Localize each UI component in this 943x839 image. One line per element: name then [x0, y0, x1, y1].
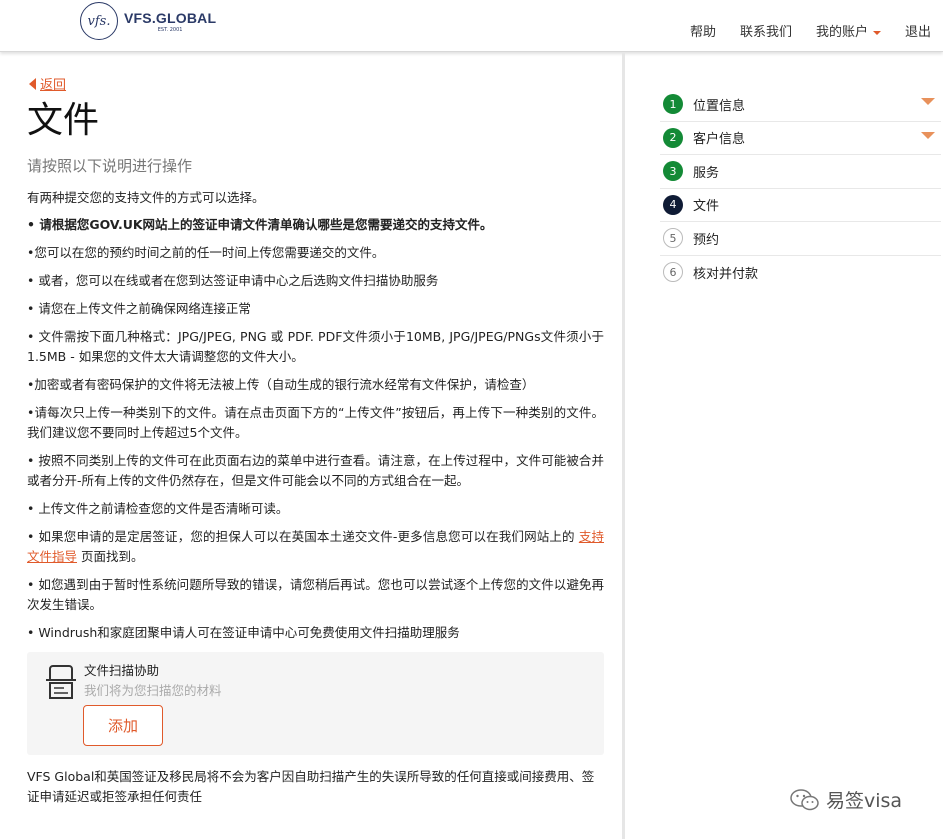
step-location[interactable]: 1 位置信息 [660, 88, 941, 122]
scanner-icon [46, 665, 76, 699]
instruction-item: • 或者，您可以在线或者在您到达签证申请中心之后选购文件扫描协助服务 [27, 273, 439, 288]
scan-service-card: 文件扫描协助 我们将为您扫描您的材料 添加 [27, 652, 604, 755]
nav-help[interactable]: 帮助 [690, 21, 716, 40]
instruction-item: •请每次只上传一种类别下的文件。请在点击页面下方的“上传文件”按钮后，再上传下一… [27, 405, 604, 440]
wechat-icon [790, 788, 819, 810]
back-link[interactable]: 返回 [27, 74, 604, 93]
scan-service-subtitle: 我们将为您扫描您的材料 [84, 683, 222, 698]
watermark-text: 易签visa [826, 790, 903, 812]
step-appointment: 5 预约 [660, 222, 941, 256]
disclaimer-text: VFS Global和英国签证及移民局将不会为客户因自助扫描产生的失误所导致的任… [27, 769, 595, 804]
step-label: 文件 [693, 199, 720, 215]
top-nav: 帮助 联系我们 我的账户 退出 [666, 21, 931, 40]
step-label: 客户信息 [693, 132, 746, 148]
step-label: 服务 [693, 165, 720, 181]
step-customer[interactable]: 2 客户信息 [660, 122, 941, 155]
step-number: 2 [663, 127, 683, 148]
page-title: 文件 [27, 100, 100, 141]
vfs-logo-mark: vfs. [80, 2, 118, 40]
step-label: 预约 [693, 232, 720, 248]
vfs-logo-name: VFS.GLOBAL [124, 9, 217, 26]
site-header: vfs. VFS.GLOBAL EST. 2001 帮助 联系我们 我的账户 退… [0, 0, 943, 52]
scan-service-title: 文件扫描协助 [84, 663, 160, 678]
instruction-item: •加密或者有密码保护的文件将无法被上传（自动生成的银行流水经常有文件保护，请检查… [27, 377, 535, 392]
nav-contact[interactable]: 联系我们 [740, 21, 792, 40]
main-content: 返回 文件 请按照以下说明进行操作 有两种提交您的支持文件的方式可以选择。 • … [27, 74, 604, 807]
add-scan-service-button[interactable]: 添加 [83, 705, 163, 746]
chevron-down-icon[interactable] [921, 131, 935, 139]
vfs-logo[interactable]: vfs. VFS.GLOBAL EST. 2001 [80, 2, 216, 40]
instruction-item: •您可以在您的预约时间之前的任一时间上传您需要递交的文件。 [27, 245, 385, 260]
back-arrow-icon [29, 77, 36, 90]
instruction-item: • 文件需按下面几种格式：JPG/JPEG, PNG 或 PDF. PDF文件须… [27, 329, 604, 364]
step-number: 5 [663, 228, 683, 249]
vfs-logo-est: EST. 2001 [157, 26, 183, 33]
instruction-item: • 按照不同类别上传的文件可在此页面右边的菜单中进行查看。请注意，在上传过程中，… [27, 453, 604, 488]
step-number: 1 [663, 94, 683, 115]
instruction-item: • Windrush和家庭团聚申请人可在签证申请中心可免费使用文件扫描助理服务 [27, 625, 460, 640]
step-number: 6 [663, 262, 683, 283]
progress-steps: 1 位置信息 2 客户信息 3 服务 4 文件 5 预约 6 核对并付款 [660, 88, 941, 289]
step-services[interactable]: 3 服务 [660, 155, 941, 189]
step-label: 核对并付款 [693, 266, 759, 282]
step-review-payment: 6 核对并付款 [660, 256, 941, 290]
step-number: 4 [663, 194, 683, 215]
intro-text: 有两种提交您的支持文件的方式可以选择。 [27, 190, 265, 205]
nav-my-account[interactable]: 我的账户 [816, 21, 881, 40]
chevron-down-icon [872, 30, 881, 35]
watermark: 易签visa [790, 786, 902, 813]
instruction-item: • 如您遇到由于暂时性系统问题所导致的错误，请您稍后再试。您也可以尝试逐个上传您… [27, 577, 604, 612]
page-subtitle: 请按照以下说明进行操作 [27, 157, 193, 175]
instruction-item: • 请您在上传文件之前确保网络连接正常 [27, 301, 251, 316]
step-documents[interactable]: 4 文件 [660, 189, 941, 222]
step-label: 位置信息 [693, 98, 746, 114]
instruction-item: • 请根据您GOV.UK网站上的签证申请文件清单确认哪些是您需要递交的支持文件。 [27, 217, 493, 232]
step-number: 3 [663, 161, 683, 182]
instruction-item-settlement: • 如果您申请的是定居签证，您的担保人可以在英国本土递交文件-更多信息您可以在我… [27, 529, 604, 564]
chevron-down-icon[interactable] [921, 98, 935, 105]
back-link-label: 返回 [40, 78, 67, 93]
column-divider [622, 53, 625, 839]
nav-logout[interactable]: 退出 [905, 21, 931, 40]
nav-my-account-label: 我的账户 [815, 25, 868, 40]
instruction-item: • 上传文件之前请检查您的文件是否清晰可读。 [27, 501, 289, 516]
